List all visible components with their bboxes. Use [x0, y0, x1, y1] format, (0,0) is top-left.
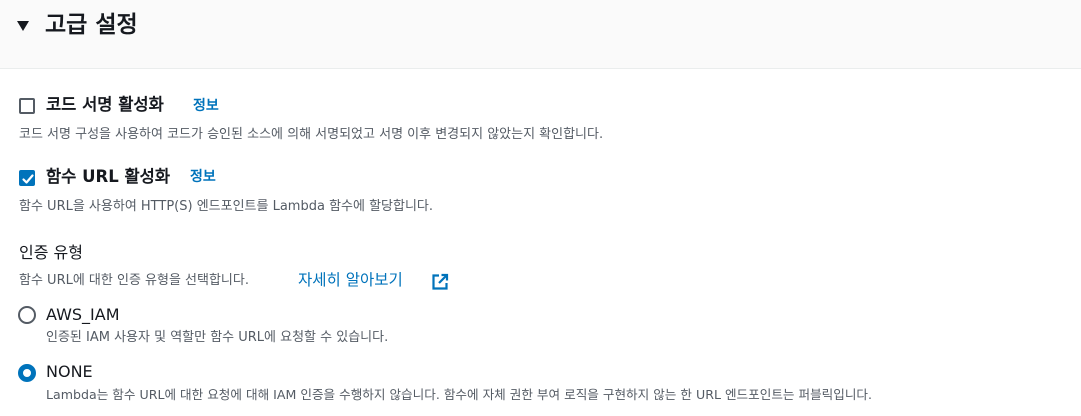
advanced-settings-title: 고급 설정 — [45, 12, 138, 38]
aws-iam-radio[interactable] — [18, 306, 36, 324]
external-link-icon[interactable] — [431, 273, 449, 291]
code-signing-description: 코드 서명 구성을 사용하여 코드가 승인된 소스에 의해 서명되었고 서명 이… — [19, 127, 604, 142]
function-url-title: 함수 URL 활성화 — [46, 167, 171, 186]
code-signing-title: 코드 서명 활성화 — [46, 95, 164, 114]
aws-iam-label: AWS_IAM — [46, 305, 120, 324]
auth-type-description: 함수 URL에 대한 인증 유형을 선택합니다. — [19, 273, 249, 288]
none-radio[interactable] — [18, 364, 36, 382]
auth-type-label: 인증 유형 — [19, 243, 83, 262]
none-description: Lambda는 함수 URL에 대한 요청에 대해 IAM 인증을 수행하지 않… — [46, 387, 873, 402]
checkmark-icon — [22, 174, 34, 184]
caret-down-icon[interactable] — [17, 21, 29, 31]
code-signing-info-link[interactable]: 정보 — [193, 96, 219, 116]
function-url-info-link[interactable]: 정보 — [190, 167, 216, 187]
aws-iam-description: 인증된 IAM 사용자 및 역할만 함수 URL에 요청할 수 있습니다. — [46, 330, 389, 345]
learn-more-link[interactable]: 자세히 알아보기 — [298, 269, 403, 291]
code-signing-checkbox[interactable] — [19, 98, 35, 114]
function-url-description: 함수 URL을 사용하여 HTTP(S) 엔드포인트를 Lambda 함수에 할… — [19, 199, 434, 214]
advanced-settings-header[interactable]: 고급 설정 — [0, 0, 1081, 69]
function-url-checkbox[interactable] — [19, 170, 35, 186]
none-label: NONE — [46, 362, 93, 381]
